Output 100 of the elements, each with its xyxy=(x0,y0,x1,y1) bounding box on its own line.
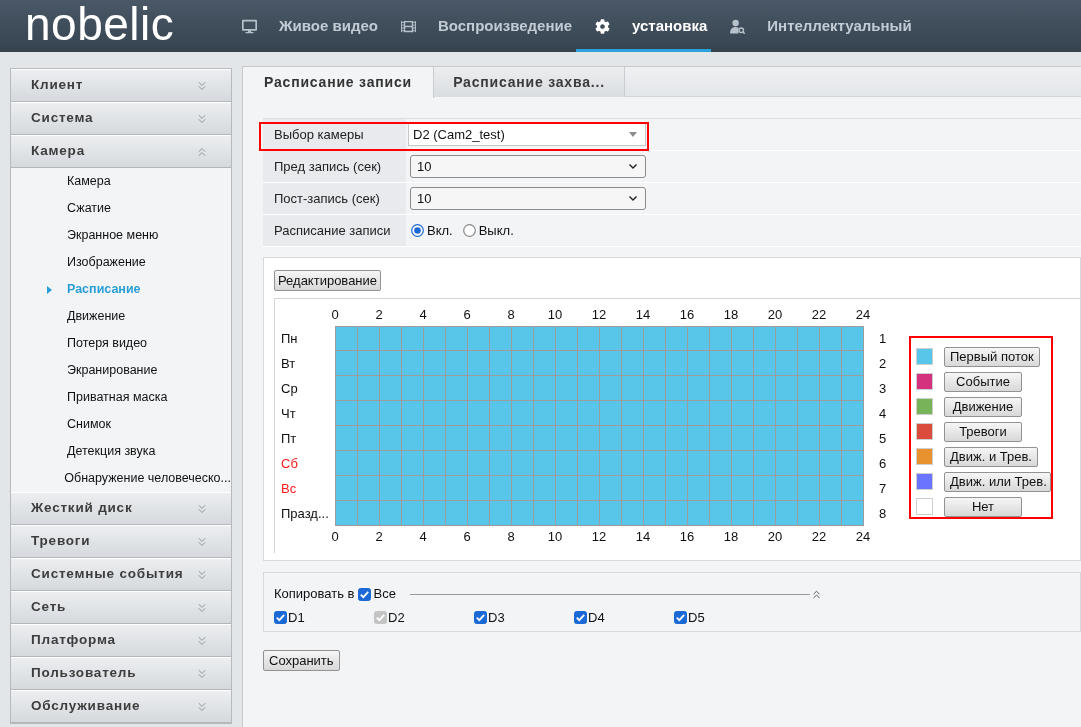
sidebar-section[interactable]: Сеть xyxy=(11,591,231,624)
schedule-bar[interactable] xyxy=(335,376,864,401)
monitor-icon xyxy=(242,18,257,34)
checkbox[interactable] xyxy=(357,587,371,601)
sidebar-item[interactable]: Приватная маска xyxy=(67,391,168,404)
sidebar-item[interactable]: Движение xyxy=(67,310,126,323)
film-icon xyxy=(400,18,416,34)
sidebar-item[interactable]: Изображение xyxy=(67,256,146,269)
sidebar-section[interactable]: Тревоги xyxy=(11,525,231,558)
row-number: 8 xyxy=(879,504,888,523)
sidebar-item[interactable]: Потеря видео xyxy=(67,337,148,350)
tab[interactable]: Расписание записи xyxy=(243,67,434,98)
sidebar-section[interactable]: Клиент xyxy=(11,69,231,102)
schedule-bar[interactable] xyxy=(335,451,864,476)
radio-label[interactable]: Выкл. xyxy=(478,220,514,241)
field-label: Пред запись (сек) xyxy=(263,151,406,182)
day-label: Вс xyxy=(281,479,298,498)
sidebar-section[interactable]: Жесткий диск xyxy=(11,492,231,525)
row-number: 4 xyxy=(879,404,888,423)
sidebar-section[interactable]: Обслуживание xyxy=(11,690,231,723)
day-label: Пт xyxy=(281,429,298,448)
schedule-bar[interactable] xyxy=(335,401,864,426)
field-label: Расписание записи xyxy=(263,215,406,246)
hour-label: 14 xyxy=(634,307,652,323)
legend-button[interactable]: Движение xyxy=(944,396,1022,417)
triangle-marker-icon xyxy=(47,285,52,294)
hour-label: 22 xyxy=(810,529,828,545)
day-label: Вт xyxy=(281,354,297,373)
tab[interactable]: Расписание захва... xyxy=(434,67,625,97)
checkbox-label[interactable]: D4 xyxy=(588,608,605,628)
legend-button[interactable]: Первый поток xyxy=(944,346,1040,367)
nav-tab[interactable]: Воспроизведение xyxy=(381,0,576,52)
hour-label: 4 xyxy=(418,529,428,545)
hour-label: 20 xyxy=(766,529,784,545)
hour-label: 8 xyxy=(506,529,516,545)
hour-label: 16 xyxy=(678,529,696,545)
settings-icon xyxy=(595,18,610,34)
sidebar-item[interactable]: Снимок xyxy=(67,418,111,431)
sidebar-item[interactable]: Экранное меню xyxy=(67,229,159,242)
checkbox[interactable] xyxy=(274,611,287,625)
nav-tab[interactable]: установка xyxy=(576,0,712,52)
checkbox-label[interactable]: Все xyxy=(373,584,396,604)
hour-label: 4 xyxy=(418,307,428,323)
nav-tab[interactable]: Живое видео xyxy=(223,0,382,52)
sidebar-item[interactable]: Обнаружение человеческо... xyxy=(64,472,231,485)
schedule-bar[interactable] xyxy=(335,326,864,351)
dropdown[interactable]: 10 xyxy=(410,187,646,210)
sidebar-item[interactable]: Сжатие xyxy=(67,202,111,215)
hour-label: 0 xyxy=(330,529,340,545)
dropdown[interactable]: 10 xyxy=(410,155,646,178)
day-label: Празд... xyxy=(281,504,330,523)
sidebar-section[interactable]: Пользователь xyxy=(11,657,231,690)
copy-label: Копировать в xyxy=(274,585,355,604)
sidebar-section[interactable]: Система xyxy=(11,102,231,135)
row-number: 5 xyxy=(879,429,888,448)
hour-label: 10 xyxy=(546,307,564,323)
row-number: 1 xyxy=(879,329,888,348)
checkbox[interactable] xyxy=(574,611,587,625)
hour-label: 24 xyxy=(854,529,872,545)
legend-button[interactable]: Нет xyxy=(944,496,1022,517)
edit-button[interactable]: Редактирование xyxy=(274,270,382,291)
day-label: Ср xyxy=(281,379,299,398)
hour-label: 12 xyxy=(590,307,608,323)
schedule-bar[interactable] xyxy=(335,501,864,526)
save-button[interactable]: Сохранить xyxy=(263,650,340,671)
row-number: 6 xyxy=(879,454,888,473)
hour-label: 12 xyxy=(590,529,608,545)
legend-button[interactable]: Движ. и Трев. xyxy=(944,446,1038,467)
hour-label: 2 xyxy=(374,307,384,323)
sidebar-item[interactable]: Камера xyxy=(67,175,111,188)
legend-button[interactable]: Тревоги xyxy=(944,421,1022,442)
sidebar-item[interactable]: Детекция звука xyxy=(67,445,156,458)
checkbox-label[interactable]: D1 xyxy=(288,608,305,628)
legend-button[interactable]: Событие xyxy=(944,371,1022,392)
day-label: Сб xyxy=(281,454,299,473)
hour-label: 16 xyxy=(678,307,696,323)
hour-label: 18 xyxy=(722,529,740,545)
legend-button[interactable]: Движ. или Трев. xyxy=(944,471,1051,492)
radio-label[interactable]: Вкл. xyxy=(427,220,453,241)
checkbox-label[interactable]: D3 xyxy=(488,608,505,628)
hour-label: 8 xyxy=(506,307,516,323)
camera-dropdown[interactable]: D2 (Cam2_test) xyxy=(408,123,646,146)
chevron-down-icon xyxy=(629,196,637,201)
nav-tab[interactable]: Интеллектуальный xyxy=(711,0,916,52)
sidebar-section[interactable]: Платформа xyxy=(11,624,231,657)
sidebar-section[interactable]: Камера xyxy=(11,135,231,168)
sidebar-item[interactable]: Экранирование xyxy=(67,364,158,377)
checkbox[interactable] xyxy=(474,611,487,625)
schedule-bar[interactable] xyxy=(335,426,864,451)
chevron-down-icon xyxy=(629,164,637,169)
radio-button[interactable] xyxy=(411,224,424,237)
checkbox[interactable] xyxy=(674,611,687,625)
logo: nobelic xyxy=(25,1,175,51)
day-label: Чт xyxy=(281,404,297,423)
radio-button[interactable] xyxy=(462,224,476,237)
schedule-bar[interactable] xyxy=(335,476,864,501)
checkbox-label[interactable]: D5 xyxy=(688,608,705,628)
sidebar-section[interactable]: Системные события xyxy=(11,558,231,591)
field-label: Пост-запись (сек) xyxy=(263,183,406,214)
schedule-bar[interactable] xyxy=(335,351,864,376)
